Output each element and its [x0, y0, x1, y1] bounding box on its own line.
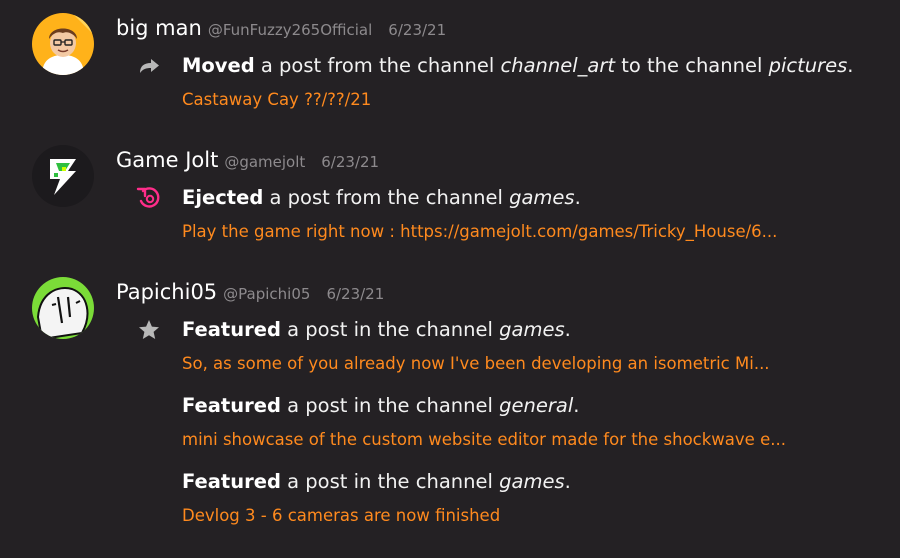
post-link[interactable]: Devlog 3 - 6 cameras are now finished: [182, 504, 500, 528]
ejected-icon: [136, 185, 162, 211]
action-verb: Featured: [182, 394, 281, 417]
action-verb: Featured: [182, 318, 281, 341]
post-link[interactable]: So, as some of you already now I've been…: [182, 352, 770, 376]
user-avatar-image: [32, 277, 94, 339]
action-text: .: [564, 470, 571, 493]
action-description: Moved a post from the channel channel_ar…: [182, 52, 854, 80]
post-date: 6/23/21: [388, 21, 447, 39]
user-handle[interactable]: @gamejolt: [224, 153, 305, 171]
action-description: Ejected a post from the channel games.: [182, 184, 581, 212]
action-text: a post in the channel: [280, 470, 500, 493]
game-jolt-logo-icon: [32, 145, 94, 207]
action-text: .: [564, 318, 571, 341]
activity-entry: Papichi05 @Papichi05 6/23/21 Featured a po…: [0, 277, 900, 537]
entry-header: Game Jolt @gamejolt 6/23/21: [116, 145, 379, 177]
action-description: Featured a post in the channel games.: [182, 468, 571, 496]
post-date: 6/23/21: [326, 285, 385, 303]
user-handle[interactable]: @Papichi05: [223, 285, 310, 303]
moved-arrow-icon: [136, 53, 162, 79]
avatar[interactable]: [32, 145, 94, 207]
post-date: 6/23/21: [321, 153, 380, 171]
channel-name[interactable]: channel_art: [501, 54, 616, 77]
action-description: Featured a post in the channel games.: [182, 316, 571, 344]
post-link[interactable]: mini showcase of the custom website edit…: [182, 428, 786, 452]
activity-entry: big man @FunFuzzy265Official 6/23/21 Moved…: [0, 13, 900, 118]
action-text: a post from the channel: [263, 186, 510, 209]
activity-feed: big man @FunFuzzy265Official 6/23/21 Moved…: [0, 0, 900, 558]
avatar[interactable]: [32, 13, 94, 75]
action-text: .: [574, 186, 581, 209]
action-text: a post from the channel: [254, 54, 501, 77]
user-handle[interactable]: @FunFuzzy265Official: [208, 21, 372, 39]
action-text: .: [573, 394, 580, 417]
star-icon: [136, 317, 162, 343]
action-verb: Featured: [182, 470, 281, 493]
post-link[interactable]: Castaway Cay ??/??/21: [182, 88, 371, 112]
display-name[interactable]: Game Jolt: [116, 148, 218, 172]
display-name[interactable]: big man: [116, 16, 202, 40]
channel-name[interactable]: games: [499, 318, 564, 341]
entry-header: big man @FunFuzzy265Official 6/23/21: [116, 13, 446, 45]
channel-name[interactable]: games: [499, 470, 564, 493]
post-link[interactable]: Play the game right now : https://gamejo…: [182, 220, 777, 244]
channel-name[interactable]: games: [509, 186, 574, 209]
action-text: a post in the channel: [280, 394, 500, 417]
action-text: .: [847, 54, 854, 77]
avatar[interactable]: [32, 277, 94, 339]
action-verb: Moved: [182, 54, 255, 77]
action-description: Featured a post in the channel general.: [182, 392, 579, 420]
activity-entry: Game Jolt @gamejolt 6/23/21 Ejected a post…: [0, 145, 900, 250]
action-text: to the channel: [615, 54, 769, 77]
entry-header: Papichi05 @Papichi05 6/23/21: [116, 277, 384, 309]
channel-name[interactable]: general: [499, 394, 573, 417]
channel-name[interactable]: pictures: [769, 54, 848, 77]
action-text: a post in the channel: [280, 318, 500, 341]
display-name[interactable]: Papichi05: [116, 280, 217, 304]
user-avatar-image: [32, 13, 94, 75]
action-verb: Ejected: [182, 186, 264, 209]
